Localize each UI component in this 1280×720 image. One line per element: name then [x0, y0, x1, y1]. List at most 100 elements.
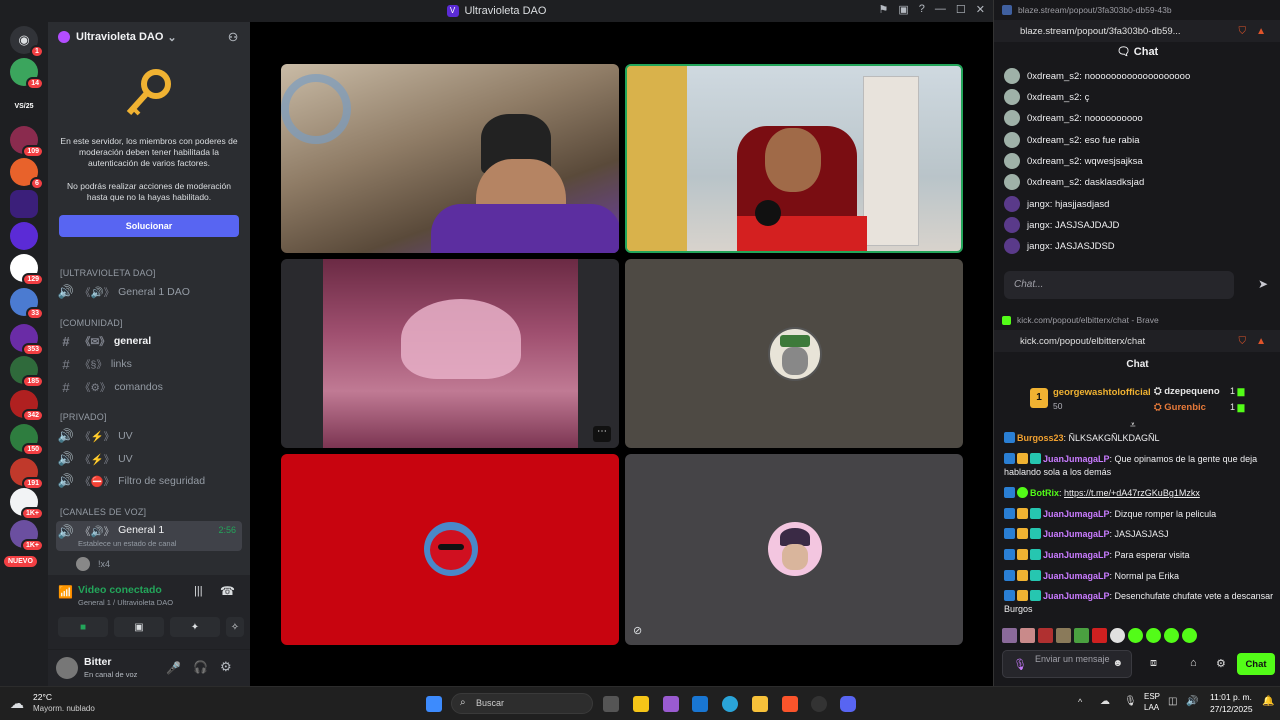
camera-button[interactable]: ■ — [58, 617, 108, 637]
edge-icon[interactable] — [722, 696, 738, 712]
mic-icon[interactable]: 🎙 — [1013, 658, 1027, 671]
chat-username[interactable]: 0xdream_s2 — [1027, 177, 1079, 188]
screen-icon[interactable]: ▣ — [898, 3, 908, 16]
chat-username[interactable]: 0xdream_s2 — [1027, 113, 1079, 124]
chat-link[interactable]: https://t.me/+dA47rzGKuBg1Mzkx — [1064, 488, 1200, 498]
clock-date[interactable]: 27/12/2025 — [1210, 704, 1253, 714]
brave-icon[interactable] — [782, 696, 798, 712]
headphones-icon[interactable]: 🎧 — [193, 660, 208, 674]
voice-location[interactable]: General 1 / Ultravioleta DAO — [78, 598, 173, 607]
obs-icon[interactable] — [811, 696, 827, 712]
category-voz[interactable]: [CANALES DE VOZ] — [60, 507, 146, 517]
voice-status[interactable]: Video conectado — [78, 584, 162, 596]
emote-icon[interactable] — [1020, 628, 1035, 643]
screen-share-button[interactable]: ▣ — [114, 617, 164, 637]
keyboard-layout[interactable]: LAA — [1144, 703, 1159, 712]
chat-settings-icon[interactable]: ⚙ — [1216, 657, 1226, 670]
emote-icon[interactable] — [1074, 628, 1089, 643]
clock-time[interactable]: 11:01 p. m. — [1210, 692, 1252, 702]
server-3[interactable]: VS/25 — [10, 92, 38, 120]
server-ultravioleta[interactable] — [10, 190, 38, 218]
chat-input[interactable]: Chat... — [1004, 271, 1234, 299]
category-comunidad[interactable]: [COMUNIDAD] — [60, 318, 123, 328]
server-12[interactable]: 342 — [10, 390, 44, 422]
emoji-icon[interactable]: ☻ — [1112, 658, 1123, 669]
server-discord-home[interactable]: ◉ 1 — [10, 26, 44, 58]
collapse-icon[interactable]: ⩡ — [1130, 420, 1136, 431]
emote-icon[interactable] — [1164, 628, 1179, 643]
server-4[interactable]: 109 — [10, 126, 44, 158]
server-7[interactable] — [10, 222, 38, 250]
server-5[interactable]: 6 — [10, 158, 44, 190]
emote-icon[interactable] — [1038, 628, 1053, 643]
address-text[interactable]: blaze.stream/popout/3fa303b0-db59... — [1020, 26, 1181, 37]
brave-rewards-icon[interactable]: ▲ — [1256, 336, 1266, 347]
activities-button[interactable]: ✦ — [170, 617, 220, 637]
language-indicator[interactable]: ESP — [1144, 692, 1160, 701]
send-icon[interactable]: ➤ — [1258, 277, 1268, 291]
channel-filtro[interactable]: 🔊 《⛔》 Filtro de seguridad — [56, 471, 242, 491]
emote-icon[interactable] — [1056, 628, 1071, 643]
volume-icon[interactable]: 🔊 — [1186, 696, 1198, 707]
send-chat-button[interactable]: Chat — [1237, 653, 1275, 675]
cloud-icon[interactable]: ☁ — [1100, 696, 1110, 707]
search-box[interactable]: ⌕ Buscar — [451, 693, 593, 714]
server-9[interactable]: 33 — [10, 288, 44, 320]
channel-general[interactable]: # 《✉》 general — [56, 331, 242, 351]
chat-username[interactable]: jangx — [1027, 241, 1050, 252]
server-14[interactable]: 191 — [10, 458, 44, 490]
channel-general-1-dao[interactable]: 🔊 《🔊》 General 1 DAO — [56, 282, 242, 302]
weather-desc[interactable]: Mayorm. nublado — [33, 704, 95, 713]
chat-username[interactable]: jangx — [1027, 199, 1050, 210]
video-tile-6-avatar[interactable]: ⊘ — [625, 454, 963, 645]
more-options-icon[interactable]: ⋯ — [593, 426, 611, 442]
category-privado[interactable]: [PRIVADO] — [60, 412, 107, 422]
noise-suppression-icon[interactable]: ||| — [194, 585, 203, 597]
new-badge[interactable]: NUEVO — [4, 556, 37, 567]
help-icon[interactable]: ? — [919, 3, 925, 16]
voice-participant[interactable]: !x4 ■ — [76, 554, 268, 574]
top-gifter-name[interactable]: georgewashtolofficial — [1053, 387, 1151, 398]
emote-icon[interactable] — [1092, 628, 1107, 643]
chat-username[interactable]: BotRix — [1030, 488, 1059, 498]
address-bar[interactable]: kick.com/popout/elbitterx/chat ⛉ ▲ — [994, 330, 1280, 352]
disconnect-icon[interactable]: ☎ — [220, 584, 235, 598]
chat-username[interactable]: 0xdream_s2 — [1027, 92, 1079, 103]
address-bar[interactable]: blaze.stream/popout/3fa303b0-db59... ⛉ ▲ — [994, 20, 1280, 42]
video-tile-1[interactable] — [281, 64, 619, 253]
file-explorer-icon[interactable] — [752, 696, 768, 712]
brave-shield-icon[interactable]: ⛉ — [1239, 336, 1247, 347]
server-15[interactable]: 1K+ — [10, 488, 44, 520]
category-ultravioleta[interactable]: [ULTRAVIOLETA DAO] — [60, 268, 156, 278]
solve-button[interactable]: Solucionar — [59, 215, 239, 237]
server-13[interactable]: 150 — [10, 424, 44, 456]
chat-username[interactable]: JuanJumagaLP — [1043, 509, 1110, 519]
settings-gear-icon[interactable]: ⚙ — [220, 659, 232, 675]
video-tile-3[interactable]: ⋯ — [281, 259, 619, 448]
weather-temp[interactable]: 22°C — [33, 692, 52, 702]
chat-username[interactable]: JuanJumagaLP — [1043, 550, 1110, 560]
copilot-icon[interactable] — [633, 696, 649, 712]
chat-username[interactable]: JuanJumagaLP — [1043, 454, 1110, 464]
channel-uv-2[interactable]: 🔊 《⚡》 UV — [56, 449, 242, 469]
kick-chat-input[interactable]: 🎙 Enviar un mensaje ☻ — [1002, 650, 1132, 678]
chat-username[interactable]: JuanJumagaLP — [1043, 571, 1110, 581]
minimize-button[interactable]: — — [935, 3, 946, 16]
user-name[interactable]: Bitter — [84, 656, 111, 668]
notifications-icon[interactable]: 🔔 — [1262, 696, 1274, 707]
emote-icon[interactable] — [1002, 628, 1017, 643]
chat-username[interactable]: 0xdream_s2 — [1027, 135, 1079, 146]
inbox-icon[interactable]: ⚑ — [879, 3, 889, 16]
gifter-2[interactable]: ⛭ dzepequeno — [1154, 386, 1220, 397]
server-11[interactable]: 185 — [10, 356, 44, 388]
tray-chevron-icon[interactable]: ^ — [1078, 697, 1082, 707]
maximize-button[interactable]: ☐ — [956, 3, 966, 16]
chat-username[interactable]: JuanJumagaLP — [1043, 591, 1110, 601]
channel-links[interactable]: # 《§》 links — [56, 354, 242, 374]
close-button[interactable]: ✕ — [976, 3, 985, 16]
store-app-icon[interactable] — [692, 696, 708, 712]
channel-uv-1[interactable]: 🔊 《⚡》 UV — [56, 426, 242, 446]
server-2[interactable]: 14 — [10, 58, 44, 90]
chat-username[interactable]: Burgoss23 — [1017, 433, 1064, 443]
mic-icon[interactable]: 🎤 — [166, 661, 181, 675]
